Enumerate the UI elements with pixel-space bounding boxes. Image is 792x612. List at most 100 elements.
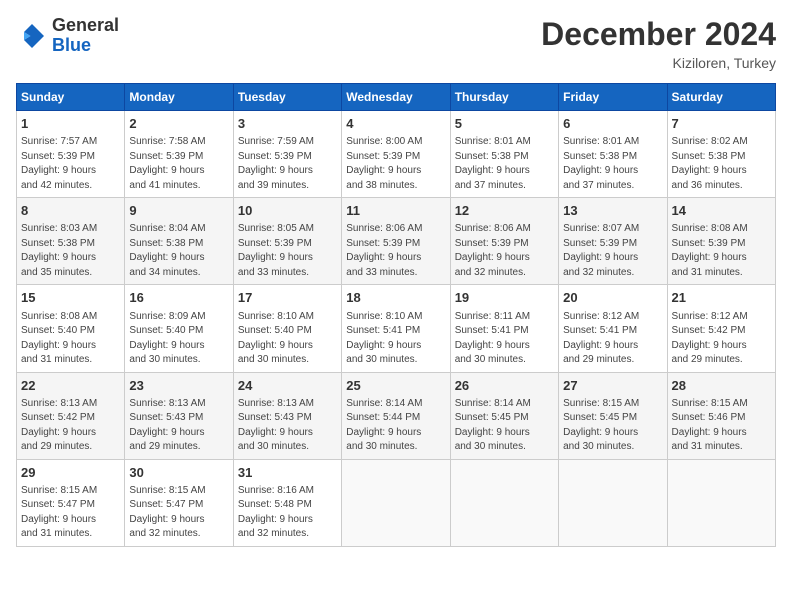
calendar-cell: 29 Sunrise: 8:15 AM Sunset: 5:47 PM Dayli…: [17, 459, 125, 546]
day-number: 17: [238, 289, 337, 307]
day-detail: Sunrise: 7:59 AM Sunset: 5:39 PM Dayligh…: [238, 135, 337, 193]
day-number: 12: [455, 202, 554, 220]
day-number: 29: [21, 464, 120, 482]
day-detail: Sunrise: 8:07 AM Sunset: 5:39 PM Dayligh…: [563, 222, 662, 280]
day-number: 14: [672, 202, 771, 220]
day-detail: Sunrise: 8:15 AM Sunset: 5:47 PM Dayligh…: [21, 484, 120, 542]
calendar-cell: 1Sunrise: 7:57 AM Sunset: 5:39 PM Daylig…: [17, 111, 125, 198]
day-detail: Sunrise: 8:12 AM Sunset: 5:42 PM Dayligh…: [672, 310, 771, 368]
day-number: 24: [238, 377, 337, 395]
logo: General Blue: [16, 16, 119, 56]
logo-general: General: [52, 16, 119, 36]
day-detail: Sunrise: 8:10 AM Sunset: 5:40 PM Dayligh…: [238, 310, 337, 368]
day-number: 23: [129, 377, 228, 395]
calendar-week-row: 8 Sunrise: 8:03 AM Sunset: 5:38 PM Daylig…: [17, 198, 776, 285]
day-number: 10: [238, 202, 337, 220]
title-block: December 2024 Kiziloren, Turkey: [541, 16, 776, 71]
day-detail: Sunrise: 8:01 AM Sunset: 5:38 PM Dayligh…: [563, 135, 662, 193]
day-detail: Sunrise: 8:00 AM Sunset: 5:39 PM Dayligh…: [346, 135, 445, 193]
day-number: 2: [129, 115, 228, 133]
day-number: 3: [238, 115, 337, 133]
calendar-cell: 10 Sunrise: 8:05 AM Sunset: 5:39 PM Dayli…: [233, 198, 341, 285]
calendar-cell: 17 Sunrise: 8:10 AM Sunset: 5:40 PM Dayli…: [233, 285, 341, 372]
day-detail: Sunrise: 8:13 AM Sunset: 5:43 PM Dayligh…: [129, 397, 228, 455]
weekday-header: Friday: [559, 84, 667, 111]
day-number: 30: [129, 464, 228, 482]
day-detail: Sunrise: 8:11 AM Sunset: 5:41 PM Dayligh…: [455, 310, 554, 368]
calendar-cell: 30 Sunrise: 8:15 AM Sunset: 5:47 PM Dayli…: [125, 459, 233, 546]
calendar-cell: 21Sunrise: 8:12 AM Sunset: 5:42 PM Dayli…: [667, 285, 775, 372]
day-number: 28: [672, 377, 771, 395]
calendar-cell: 8 Sunrise: 8:03 AM Sunset: 5:38 PM Daylig…: [17, 198, 125, 285]
day-detail: Sunrise: 8:05 AM Sunset: 5:39 PM Dayligh…: [238, 222, 337, 280]
day-number: 11: [346, 202, 445, 220]
day-number: 22: [21, 377, 120, 395]
calendar-cell: 24 Sunrise: 8:13 AM Sunset: 5:43 PM Dayli…: [233, 372, 341, 459]
day-number: 18: [346, 289, 445, 307]
day-detail: Sunrise: 8:15 AM Sunset: 5:45 PM Dayligh…: [563, 397, 662, 455]
calendar-cell: 18 Sunrise: 8:10 AM Sunset: 5:41 PM Dayli…: [342, 285, 450, 372]
day-detail: Sunrise: 8:13 AM Sunset: 5:43 PM Dayligh…: [238, 397, 337, 455]
day-detail: Sunrise: 8:06 AM Sunset: 5:39 PM Dayligh…: [346, 222, 445, 280]
calendar-cell: 26 Sunrise: 8:14 AM Sunset: 5:45 PM Dayli…: [450, 372, 558, 459]
day-number: 19: [455, 289, 554, 307]
day-number: 7: [672, 115, 771, 133]
calendar-cell: [559, 459, 667, 546]
day-detail: Sunrise: 8:02 AM Sunset: 5:38 PM Dayligh…: [672, 135, 771, 193]
calendar-table: SundayMondayTuesdayWednesdayThursdayFrid…: [16, 83, 776, 547]
day-detail: Sunrise: 8:15 AM Sunset: 5:47 PM Dayligh…: [129, 484, 228, 542]
calendar-cell: 12 Sunrise: 8:06 AM Sunset: 5:39 PM Dayli…: [450, 198, 558, 285]
calendar-cell: 13 Sunrise: 8:07 AM Sunset: 5:39 PM Dayli…: [559, 198, 667, 285]
calendar-week-row: 15Sunrise: 8:08 AM Sunset: 5:40 PM Dayli…: [17, 285, 776, 372]
day-detail: Sunrise: 7:58 AM Sunset: 5:39 PM Dayligh…: [129, 135, 228, 193]
calendar-cell: 20 Sunrise: 8:12 AM Sunset: 5:41 PM Dayli…: [559, 285, 667, 372]
page-header: General Blue December 2024 Kiziloren, Tu…: [16, 16, 776, 71]
logo-icon: [16, 20, 48, 52]
day-number: 27: [563, 377, 662, 395]
weekday-header: Tuesday: [233, 84, 341, 111]
day-number: 15: [21, 289, 120, 307]
day-detail: Sunrise: 8:04 AM Sunset: 5:38 PM Dayligh…: [129, 222, 228, 280]
calendar-cell: 23 Sunrise: 8:13 AM Sunset: 5:43 PM Dayli…: [125, 372, 233, 459]
calendar-week-row: 1Sunrise: 7:57 AM Sunset: 5:39 PM Daylig…: [17, 111, 776, 198]
day-number: 25: [346, 377, 445, 395]
weekday-header: Sunday: [17, 84, 125, 111]
day-detail: Sunrise: 8:15 AM Sunset: 5:46 PM Dayligh…: [672, 397, 771, 455]
calendar-cell: 28 Sunrise: 8:15 AM Sunset: 5:46 PM Dayli…: [667, 372, 775, 459]
day-number: 5: [455, 115, 554, 133]
calendar-cell: 16 Sunrise: 8:09 AM Sunset: 5:40 PM Dayli…: [125, 285, 233, 372]
calendar-cell: 2 Sunrise: 7:58 AM Sunset: 5:39 PM Daylig…: [125, 111, 233, 198]
weekday-header: Saturday: [667, 84, 775, 111]
day-detail: Sunrise: 8:14 AM Sunset: 5:45 PM Dayligh…: [455, 397, 554, 455]
day-detail: Sunrise: 8:09 AM Sunset: 5:40 PM Dayligh…: [129, 310, 228, 368]
day-number: 20: [563, 289, 662, 307]
calendar-cell: 31Sunrise: 8:16 AM Sunset: 5:48 PM Dayli…: [233, 459, 341, 546]
day-detail: Sunrise: 8:08 AM Sunset: 5:39 PM Dayligh…: [672, 222, 771, 280]
day-number: 16: [129, 289, 228, 307]
logo-blue: Blue: [52, 36, 119, 56]
calendar-cell: [342, 459, 450, 546]
calendar-cell: [667, 459, 775, 546]
calendar-cell: 4 Sunrise: 8:00 AM Sunset: 5:39 PM Daylig…: [342, 111, 450, 198]
calendar-cell: 25Sunrise: 8:14 AM Sunset: 5:44 PM Dayli…: [342, 372, 450, 459]
calendar-cell: 27 Sunrise: 8:15 AM Sunset: 5:45 PM Dayli…: [559, 372, 667, 459]
day-number: 13: [563, 202, 662, 220]
day-number: 8: [21, 202, 120, 220]
calendar-header-row: SundayMondayTuesdayWednesdayThursdayFrid…: [17, 84, 776, 111]
calendar-week-row: 22Sunrise: 8:13 AM Sunset: 5:42 PM Dayli…: [17, 372, 776, 459]
calendar-cell: 19 Sunrise: 8:11 AM Sunset: 5:41 PM Dayli…: [450, 285, 558, 372]
day-number: 26: [455, 377, 554, 395]
day-detail: Sunrise: 8:10 AM Sunset: 5:41 PM Dayligh…: [346, 310, 445, 368]
weekday-header: Monday: [125, 84, 233, 111]
day-number: 4: [346, 115, 445, 133]
day-detail: Sunrise: 8:03 AM Sunset: 5:38 PM Dayligh…: [21, 222, 120, 280]
calendar-cell: 14 Sunrise: 8:08 AM Sunset: 5:39 PM Dayli…: [667, 198, 775, 285]
day-detail: Sunrise: 8:12 AM Sunset: 5:41 PM Dayligh…: [563, 310, 662, 368]
calendar-week-row: 29 Sunrise: 8:15 AM Sunset: 5:47 PM Dayli…: [17, 459, 776, 546]
location: Kiziloren, Turkey: [541, 55, 776, 71]
calendar-cell: 5Sunrise: 8:01 AM Sunset: 5:38 PM Daylig…: [450, 111, 558, 198]
calendar-cell: 11 Sunrise: 8:06 AM Sunset: 5:39 PM Dayli…: [342, 198, 450, 285]
day-detail: Sunrise: 8:06 AM Sunset: 5:39 PM Dayligh…: [455, 222, 554, 280]
day-detail: Sunrise: 8:16 AM Sunset: 5:48 PM Dayligh…: [238, 484, 337, 542]
weekday-header: Wednesday: [342, 84, 450, 111]
